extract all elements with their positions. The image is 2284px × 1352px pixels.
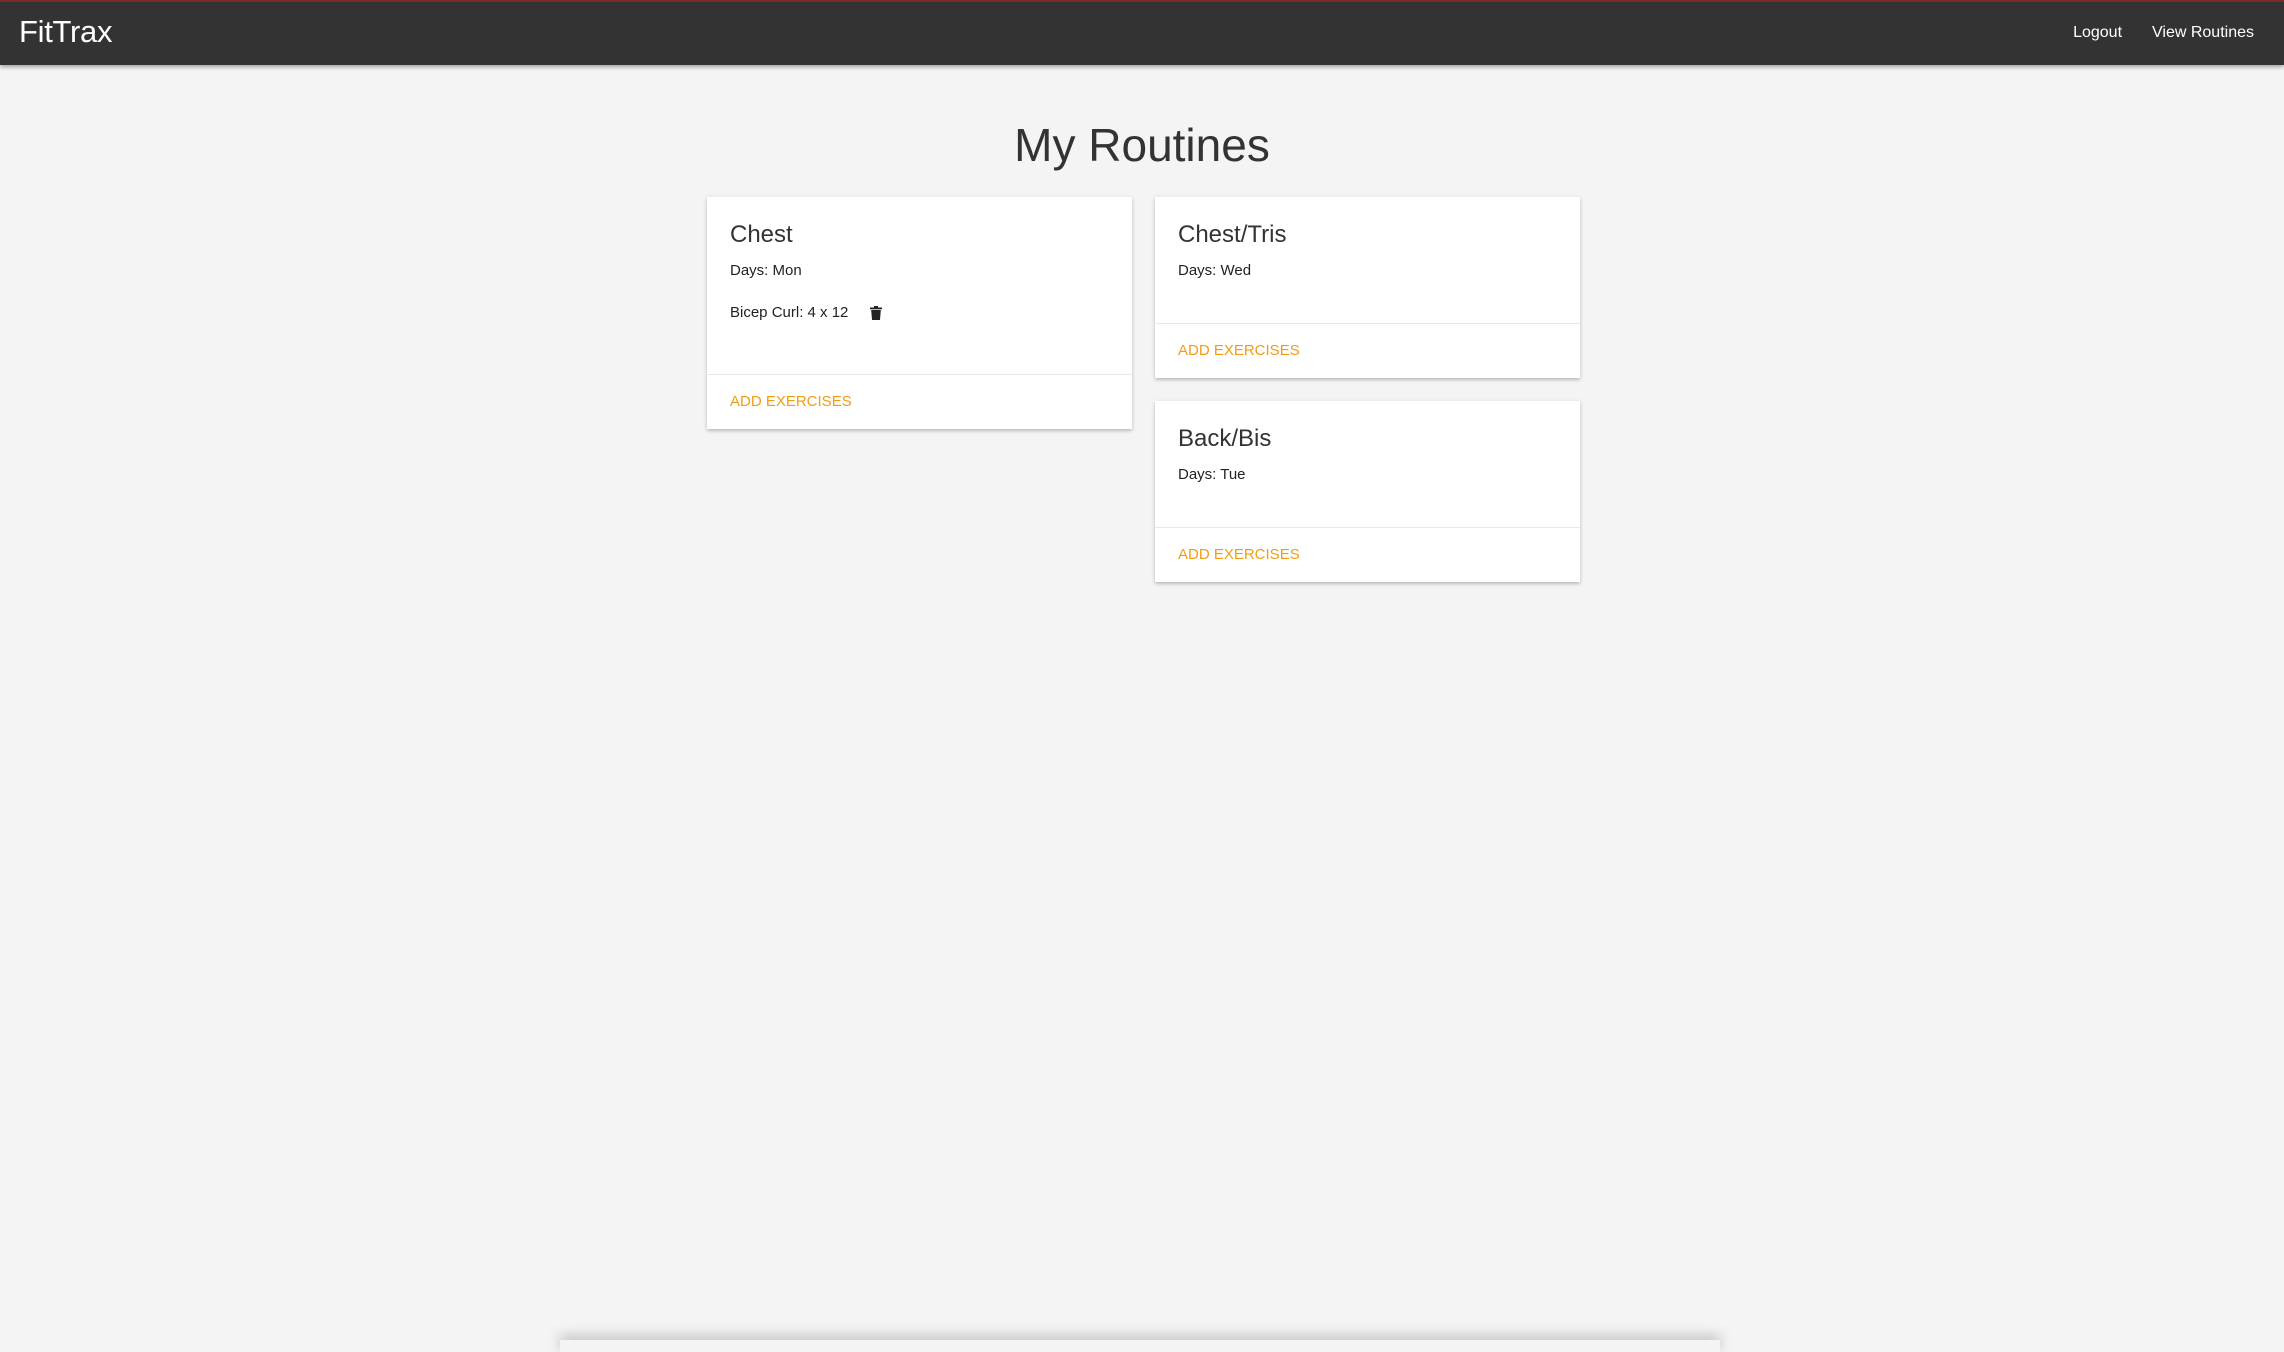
routine-days: Days: Tue [1178,466,1246,483]
card-action: ADD EXERCISES [707,374,1132,429]
trash-icon[interactable] [870,305,883,320]
add-exercises-button[interactable]: ADD EXERCISES [1178,342,1300,359]
brand-logo[interactable]: FitTrax [19,14,112,50]
view-routines-link[interactable]: View Routines [2152,24,2254,42]
page-title: My Routines [1014,119,1270,171]
routine-days: Days: Mon [730,262,802,279]
routine-title: Back/Bis [1178,425,1272,452]
exercise-label: Bicep Curl: 4 x 12 [730,304,849,321]
exercise-item: Bicep Curl: 4 x 12 [730,304,1109,321]
routine-card-chest: Chest Days: Mon Bicep Curl: 4 x 12 ADD E… [707,197,1132,429]
card-content: Chest Days: Mon Bicep Curl: 4 x 12 [707,197,1132,321]
routine-card-back-bis: Back/Bis Days: Tue ADD EXERCISES [1155,401,1580,582]
card-action: ADD EXERCISES [1155,323,1580,378]
routine-days: Days: Wed [1178,262,1252,279]
routine-card-chest-tris: Chest/Tris Days: Wed ADD EXERCISES [1155,197,1580,378]
nav-links: Logout View Routines [2073,24,2254,42]
routine-title: Chest/Tris [1178,221,1287,248]
routine-title: Chest [730,221,793,248]
top-navbar: FitTrax Logout View Routines [0,0,2284,65]
card-content: Chest/Tris Days: Wed [1155,197,1580,280]
add-exercises-button[interactable]: ADD EXERCISES [1178,546,1300,563]
logout-link[interactable]: Logout [2073,24,2122,42]
add-exercises-button[interactable]: ADD EXERCISES [730,393,852,410]
card-action: ADD EXERCISES [1155,527,1580,582]
bottom-panel-edge [560,1340,1720,1352]
card-content: Back/Bis Days: Tue [1155,401,1580,484]
